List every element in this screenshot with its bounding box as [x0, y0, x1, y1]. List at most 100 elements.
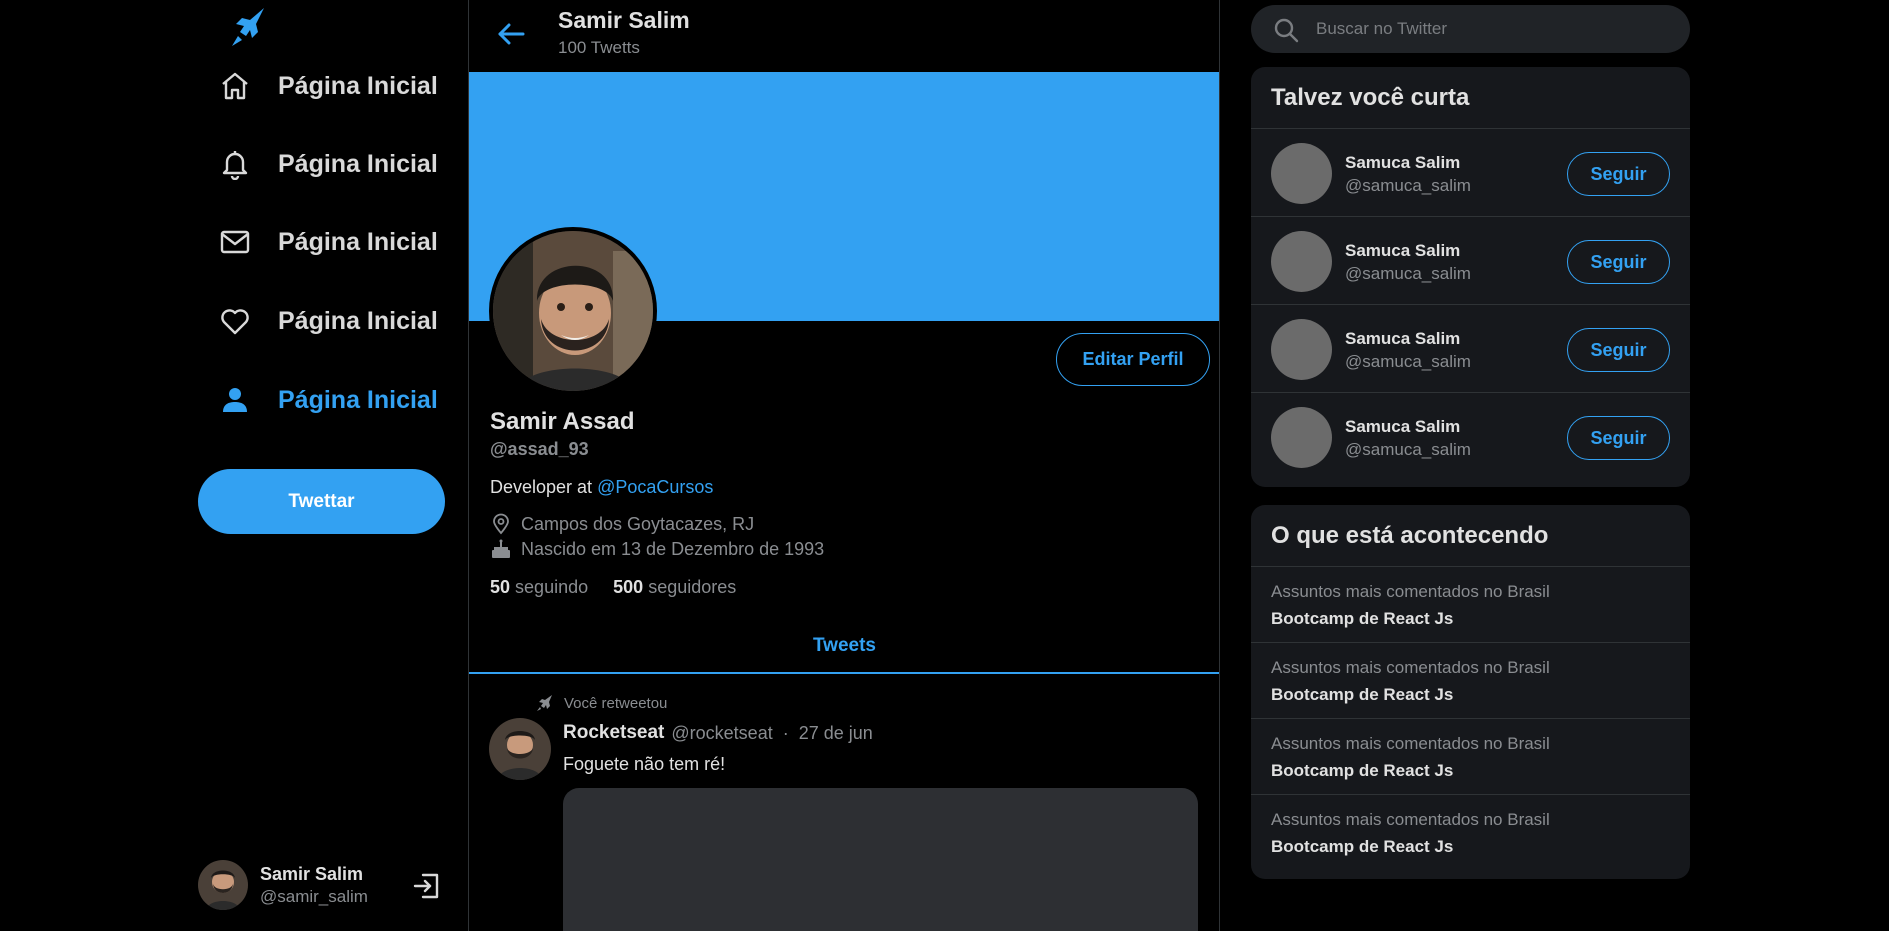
following-count: 50: [490, 577, 511, 597]
right-sidebar: Buscar no Twitter Talvez você curta Samu…: [1220, 0, 1889, 931]
followers-stat[interactable]: 500 seguidores: [613, 577, 736, 598]
rocket-logo-icon[interactable]: [228, 6, 268, 50]
suggestion-name: Samuca Salim: [1345, 153, 1461, 172]
tweet-author-handle: @rocketseat: [671, 722, 773, 743]
profile-name: Samir Assad: [490, 408, 635, 435]
search-bar[interactable]: Buscar no Twitter: [1251, 5, 1690, 53]
back-arrow-icon[interactable]: [493, 16, 529, 52]
profile-avatar[interactable]: [489, 227, 657, 395]
bio-text: Developer at: [490, 477, 598, 497]
trend-item[interactable]: Assuntos mais comentados no Brasil Bootc…: [1251, 567, 1690, 643]
rocket-retweet-icon: [536, 694, 554, 712]
location-pin-icon: [490, 513, 512, 535]
nav-item-messages[interactable]: Página Inicial: [214, 212, 438, 272]
profile-birthday: Nascido em 13 de Dezembro de 1993: [490, 538, 824, 560]
bell-icon: [214, 143, 256, 185]
followers-count: 500: [613, 577, 644, 597]
tweet-text: Foguete não tem ré!: [563, 754, 726, 774]
following-label: seguindo: [515, 577, 589, 597]
nav-item-home[interactable]: Página Inicial: [214, 56, 438, 116]
trends-panel: O que está acontecendo Assuntos mais com…: [1251, 505, 1690, 879]
trend-topic: Bootcamp de React Js: [1271, 837, 1454, 856]
birthday-text: Nascido em 13 de Dezembro de 1993: [521, 538, 825, 559]
trend-context: Assuntos mais comentados no Brasil: [1271, 810, 1550, 829]
profile-handle: @assad_93: [490, 439, 589, 459]
current-user-name: Samir Salim: [260, 863, 364, 884]
suggestion-name: Samuca Salim: [1345, 417, 1461, 436]
suggestion-avatar: [1271, 143, 1332, 204]
bio-mention-link[interactable]: @PocaCursos: [597, 477, 713, 497]
follow-button[interactable]: Seguir: [1567, 152, 1670, 196]
trend-topic: Bootcamp de React Js: [1271, 685, 1454, 704]
location-text: Campos dos Goytacazes, RJ: [521, 513, 755, 534]
retweet-label: Você retweetou: [564, 694, 668, 712]
suggestion-handle: @samuca_salim: [1345, 440, 1471, 459]
tab-tweets[interactable]: Tweets: [469, 620, 1219, 672]
nav-item-likes[interactable]: Página Inicial: [214, 291, 438, 351]
nav-item-profile[interactable]: Página Inicial: [214, 370, 438, 430]
tweet-media[interactable]: [563, 788, 1198, 931]
trend-item[interactable]: Assuntos mais comentados no Brasil Bootc…: [1251, 719, 1690, 795]
header-title: Samir Salim: [558, 7, 690, 33]
nav-item-label: Página Inicial: [278, 227, 438, 256]
trend-topic: Bootcamp de React Js: [1271, 609, 1454, 628]
follow-suggestion[interactable]: Samuca Salim @samuca_salim Seguir: [1251, 217, 1690, 305]
mail-icon: [214, 221, 256, 263]
follow-stats: 50 seguindo 500 seguidores: [490, 577, 736, 598]
tweet-separator: ·: [782, 722, 789, 743]
current-user-handle: @samir_salim: [260, 886, 368, 906]
trend-topic: Bootcamp de React Js: [1271, 761, 1454, 780]
search-input[interactable]: Buscar no Twitter: [1316, 19, 1447, 39]
suggestion-avatar: [1271, 407, 1332, 468]
current-user-avatar: [198, 860, 248, 910]
follow-suggestion[interactable]: Samuca Salim @samuca_salim Seguir: [1251, 129, 1690, 217]
tweet-date[interactable]: 27 de jun: [799, 723, 873, 744]
profile-main: Samir Salim 100 Twetts Editar Perfil Sam…: [469, 0, 1220, 931]
home-icon: [214, 65, 256, 107]
who-to-follow-panel: Talvez você curta Samuca Salim @samuca_s…: [1251, 67, 1690, 487]
header-tweet-count: 100 Twetts: [558, 38, 640, 57]
trend-context: Assuntos mais comentados no Brasil: [1271, 658, 1550, 677]
trend-item[interactable]: Assuntos mais comentados no Brasil Bootc…: [1251, 643, 1690, 719]
followers-label: seguidores: [648, 577, 737, 597]
follow-suggestion[interactable]: Samuca Salim @samuca_salim Seguir: [1251, 393, 1690, 481]
who-to-follow-title: Talvez você curta: [1251, 67, 1690, 129]
search-icon: [1273, 17, 1299, 43]
trend-context: Assuntos mais comentados no Brasil: [1271, 734, 1550, 753]
follow-button[interactable]: Seguir: [1567, 328, 1670, 372]
nav-item-notifications[interactable]: Página Inicial: [214, 134, 438, 194]
trends-title: O que está acontecendo: [1251, 505, 1690, 567]
tweet-header: Rocketseat @rocketseat · 27 de jun: [563, 722, 873, 744]
tweet-button[interactable]: Twettar: [198, 469, 445, 534]
suggestion-handle: @samuca_salim: [1345, 352, 1471, 371]
trend-context: Assuntos mais comentados no Brasil: [1271, 582, 1550, 601]
suggestion-handle: @samuca_salim: [1345, 176, 1471, 195]
edit-profile-button[interactable]: Editar Perfil: [1056, 333, 1210, 386]
trend-item[interactable]: Assuntos mais comentados no Brasil Bootc…: [1251, 795, 1690, 871]
person-icon: [214, 379, 256, 421]
suggestion-avatar: [1271, 231, 1332, 292]
nav-item-label: Página Inicial: [278, 71, 438, 100]
retweet-indicator: Você retweetou: [536, 694, 667, 712]
current-user-card[interactable]: Samir Salim @samir_salim: [198, 860, 448, 910]
following-stat[interactable]: 50 seguindo: [490, 577, 588, 598]
heart-icon: [214, 300, 256, 342]
profile-bio: Developer at @PocaCursos: [490, 477, 713, 498]
profile-header: Samir Salim 100 Twetts: [469, 0, 1219, 72]
profile-location: Campos dos Goytacazes, RJ: [490, 513, 754, 535]
birthday-cake-icon: [490, 538, 512, 560]
logout-icon[interactable]: [411, 870, 443, 902]
nav-item-label: Página Inicial: [278, 385, 438, 414]
follow-suggestion[interactable]: Samuca Salim @samuca_salim Seguir: [1251, 305, 1690, 393]
suggestion-name: Samuca Salim: [1345, 329, 1461, 348]
tweet-author-name[interactable]: Rocketseat: [563, 722, 664, 744]
tweet-author-avatar[interactable]: [489, 718, 551, 780]
suggestion-handle: @samuca_salim: [1345, 264, 1471, 283]
suggestion-name: Samuca Salim: [1345, 241, 1461, 260]
nav-item-label: Página Inicial: [278, 306, 438, 335]
tweet-item[interactable]: Você retweetou Rocketseat @rocketseat · …: [469, 674, 1219, 931]
follow-button[interactable]: Seguir: [1567, 416, 1670, 460]
left-sidebar: Página Inicial Página Inicial Página Ini…: [0, 0, 469, 931]
suggestion-avatar: [1271, 319, 1332, 380]
follow-button[interactable]: Seguir: [1567, 240, 1670, 284]
